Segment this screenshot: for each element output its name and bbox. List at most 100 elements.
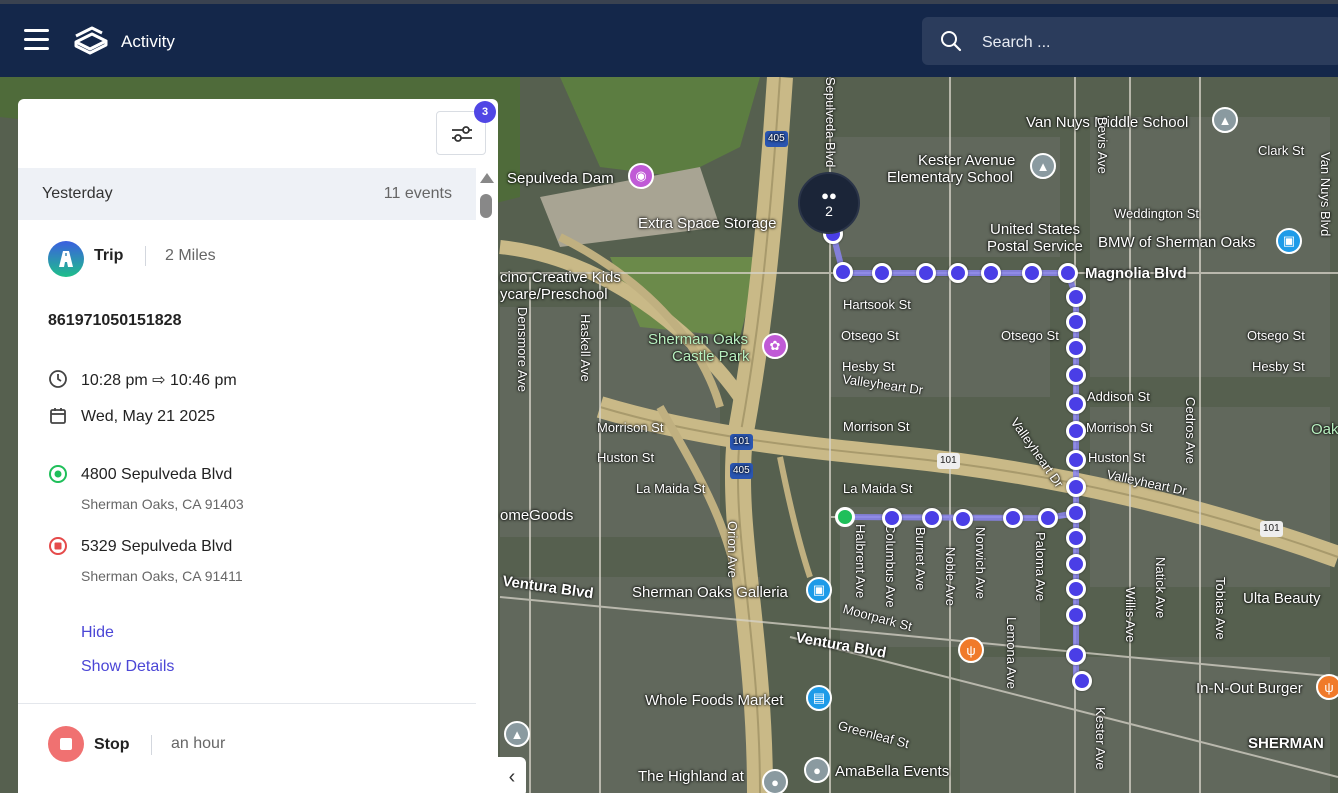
activity-panel: 3 Yesterday 11 events Trip 2 Miles 86197… — [18, 99, 498, 793]
trip-end-time: 10:46 pm — [170, 372, 237, 389]
app-logo[interactable] — [72, 24, 110, 56]
route-point[interactable] — [1022, 263, 1042, 283]
map-label: Lemona Ave — [1004, 617, 1019, 690]
map-label: Cedros Ave — [1183, 397, 1198, 464]
filter-icon — [452, 126, 472, 142]
cart-poi-icon[interactable]: ▤ — [806, 685, 832, 711]
route-point[interactable] — [1072, 671, 1092, 691]
route-point[interactable] — [1066, 579, 1086, 599]
highway-shield: 101 — [730, 434, 753, 450]
route-point[interactable] — [922, 508, 942, 528]
map-label: Morrison St — [843, 419, 910, 434]
map-label: AmaBella Events — [835, 763, 950, 780]
camera-poi-icon[interactable]: ◉ — [628, 163, 654, 189]
map-label: Huston St — [597, 450, 655, 465]
route-point[interactable] — [833, 262, 853, 282]
map-label: Columbus Ave — [883, 524, 898, 608]
route-point[interactable] — [872, 263, 892, 283]
scroll-up-arrow-icon[interactable] — [480, 173, 494, 183]
map-label: In-N-Out Burger — [1196, 680, 1303, 697]
scrollbar-thumb[interactable] — [480, 194, 492, 218]
school-poi-icon[interactable]: ▲ — [1212, 107, 1238, 133]
route-point[interactable] — [1066, 477, 1086, 497]
stop-icon — [48, 726, 84, 762]
map-label: Van Nuys Blvd — [1318, 152, 1333, 237]
map-label: Magnolia Blvd — [1085, 265, 1187, 282]
map-label: Sherman Oaks Galleria — [632, 584, 788, 601]
route-point[interactable] — [953, 509, 973, 529]
chevron-left-icon: ‹ — [508, 765, 516, 788]
section-event-count: 11 events — [383, 185, 452, 202]
route-point[interactable] — [1003, 508, 1023, 528]
device-id: 861971050151828 — [48, 312, 182, 329]
route-point[interactable] — [1058, 263, 1078, 283]
route-point[interactable] — [1066, 365, 1086, 385]
map-label: Sepulveda Dam — [507, 170, 614, 187]
restaurant-poi-icon[interactable]: ψ — [958, 637, 984, 663]
route-point[interactable] — [1066, 605, 1086, 625]
shopping-poi-icon[interactable]: ▣ — [1276, 228, 1302, 254]
school-poi-icon[interactable]: ▲ — [504, 721, 530, 747]
map-label: Noble Ave — [943, 547, 958, 607]
trip-start-time: 10:28 pm — [81, 372, 148, 389]
route-point[interactable] — [948, 263, 968, 283]
collapse-panel-button[interactable]: ‹ — [498, 757, 526, 793]
place-poi-icon[interactable]: ● — [762, 769, 788, 793]
start-city: Sherman Oaks, CA 91403 — [81, 496, 244, 512]
scrollbar[interactable] — [477, 168, 498, 793]
map-label: Morrison St — [597, 420, 664, 435]
search-icon — [941, 31, 962, 52]
event-type[interactable]: Trip — [94, 247, 123, 265]
restaurant-poi-icon[interactable]: ψ — [1316, 674, 1338, 700]
map-label: Halbrent Ave — [853, 524, 868, 599]
map-label: Natick Ave — [1153, 557, 1168, 619]
route-point[interactable] — [1066, 338, 1086, 358]
map-label: omeGoods — [500, 507, 574, 524]
highway-shield: 405 — [765, 131, 788, 147]
route-point[interactable] — [916, 263, 936, 283]
event-cluster-marker[interactable]: ●● 2 — [798, 172, 860, 234]
map-label: SHERMAN — [1248, 735, 1324, 752]
route-point[interactable] — [981, 263, 1001, 283]
map-label: Orion Ave — [725, 521, 740, 578]
route-point[interactable] — [1066, 312, 1086, 332]
hide-link[interactable]: Hide — [81, 624, 114, 642]
route-point[interactable] — [1066, 528, 1086, 548]
place-poi-icon[interactable]: ● — [804, 757, 830, 783]
map-label: Densmore Ave — [515, 307, 530, 393]
route-point[interactable] — [1066, 645, 1086, 665]
map-label: Sherman Oaks — [648, 331, 749, 348]
shopping-poi-icon[interactable]: ▣ — [806, 577, 832, 603]
highway-shield: 101 — [1260, 521, 1283, 537]
day-section-header[interactable]: Yesterday 11 events — [18, 168, 476, 220]
clock-icon — [49, 370, 67, 388]
route-point[interactable] — [1066, 450, 1086, 470]
menu-icon[interactable] — [24, 29, 49, 51]
route-point[interactable] — [1066, 503, 1086, 523]
search-input[interactable]: Search ... — [982, 34, 1050, 52]
separator — [145, 246, 146, 266]
route-point[interactable] — [1066, 394, 1086, 414]
page-title: Activity — [121, 32, 175, 51]
map-label: Otsego St — [1001, 328, 1059, 343]
route-point[interactable] — [1066, 287, 1086, 307]
map-label: Morrison St — [1086, 420, 1153, 435]
map-label: Hesby St — [1252, 359, 1305, 374]
park-poi-icon[interactable]: ✿ — [762, 333, 788, 359]
highway-shield: 101 — [937, 453, 960, 469]
show-details-link[interactable]: Show Details — [81, 658, 174, 676]
map-label: Clark St — [1258, 143, 1305, 158]
route-point[interactable] — [882, 508, 902, 528]
end-location-icon — [49, 537, 67, 555]
map-label: Norwich Ave — [973, 527, 988, 600]
route-point[interactable] — [1038, 508, 1058, 528]
route-point[interactable] — [1066, 421, 1086, 441]
map-label: La Maida St — [636, 481, 706, 496]
event-type[interactable]: Stop — [94, 736, 130, 754]
map-label: United States — [990, 221, 1081, 238]
route-start-marker[interactable] — [835, 507, 855, 527]
school-poi-icon[interactable]: ▲ — [1030, 153, 1056, 179]
search-box[interactable]: Search ... — [922, 17, 1338, 65]
route-point[interactable] — [1066, 554, 1086, 574]
map-label: Extra Space Storage — [638, 215, 777, 232]
